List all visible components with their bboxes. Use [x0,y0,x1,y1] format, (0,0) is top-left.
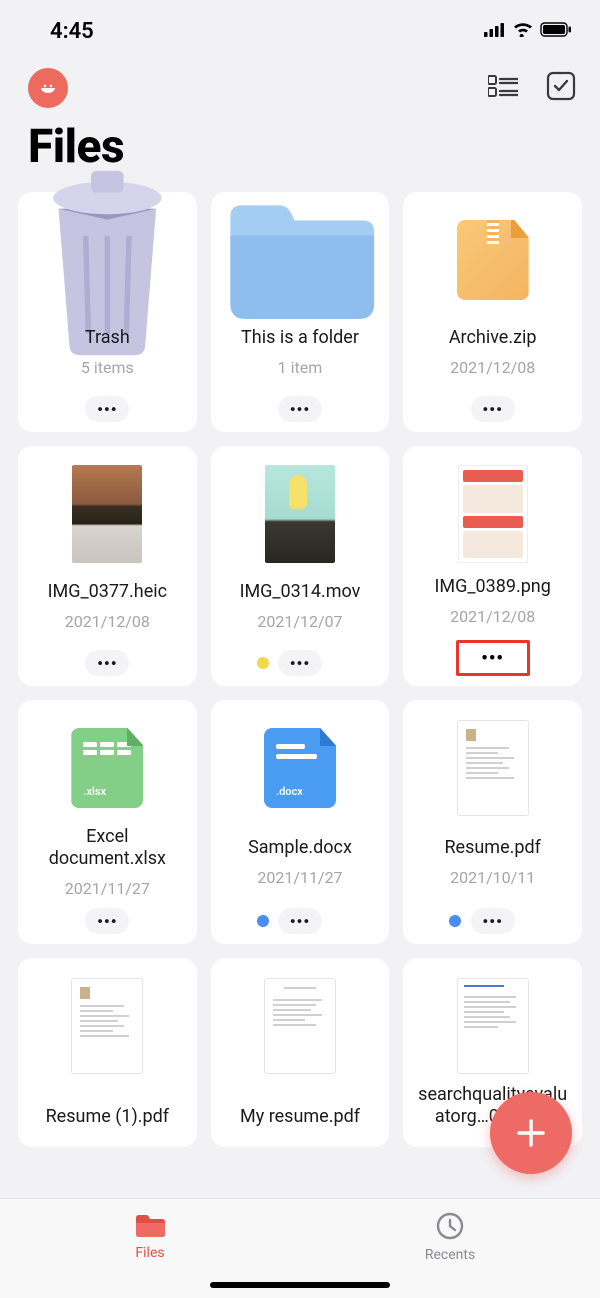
file-name: Resume.pdf [440,837,544,859]
tab-label: Recents [425,1247,475,1263]
file-name: Archive.zip [445,327,541,349]
status-indicators [484,21,572,41]
file-name: My resume.pdf [236,1106,364,1128]
file-name: This is a folder [237,327,363,349]
zip-icon [457,220,529,300]
file-meta: 2021/12/07 [236,612,365,631]
status-dot [257,915,269,927]
pdf-thumbnail [71,978,143,1074]
file-card[interactable]: Archive.zip 2021/12/08 ••• [403,192,582,432]
file-card[interactable]: This is a folder 1 item ••• [211,192,390,432]
more-button[interactable]: ••• [471,908,515,934]
file-card[interactable]: My resume.pdf [211,958,390,1147]
file-name: Sample.docx [244,837,356,859]
wifi-icon [512,21,534,41]
file-meta: 2021/12/08 [44,612,171,631]
cellular-icon [484,22,506,41]
file-meta: 2021/11/27 [26,879,189,898]
clock-icon [435,1211,465,1245]
file-card[interactable]: IMG_0314.mov 2021/12/07 ••• [211,446,390,686]
status-dot [257,657,269,669]
tab-bar: Files Recents [0,1198,600,1298]
home-indicator[interactable] [210,1282,390,1288]
add-button[interactable] [490,1092,572,1174]
more-button[interactable]: ••• [85,908,129,934]
file-grid: Trash 5 items ••• This is a folder 1 ite… [0,192,600,1147]
folder-icon [219,210,382,310]
file-meta: 2021/11/27 [244,868,356,887]
status-bar: 4:45 [0,0,600,56]
battery-icon [540,22,572,41]
file-name: Trash [81,327,134,349]
docx-icon: .docx [264,728,336,808]
video-thumbnail [265,465,335,563]
image-thumbnail [458,465,528,563]
file-card[interactable]: Trash 5 items ••• [18,192,197,432]
file-card[interactable]: Resume (1).pdf [18,958,197,1147]
status-dot [449,915,461,927]
status-time: 4:45 [50,19,94,44]
file-meta: 1 item [237,358,363,377]
file-name: IMG_0389.png [430,576,554,598]
more-button[interactable]: ••• [85,650,129,676]
more-button[interactable]: ••• [471,396,515,422]
file-card[interactable]: Resume.pdf 2021/10/11 ••• [403,700,582,944]
file-meta: 5 items [81,358,134,377]
pdf-thumbnail [457,978,529,1074]
file-meta: 2021/12/08 [445,358,541,377]
more-button-highlighted[interactable]: ••• [456,640,530,676]
image-thumbnail [72,465,142,563]
trash-icon [26,210,189,310]
list-view-icon[interactable] [488,74,518,102]
more-button[interactable]: ••• [278,650,322,676]
select-icon[interactable] [546,71,576,105]
file-meta: 2021/10/11 [440,868,544,887]
file-name: IMG_0377.heic [44,581,171,603]
more-button[interactable]: ••• [278,396,322,422]
pdf-thumbnail [457,720,529,816]
file-card[interactable]: IMG_0377.heic 2021/12/08 ••• [18,446,197,686]
file-card[interactable]: IMG_0389.png 2021/12/08 ••• [403,446,582,686]
app-logo[interactable] [28,68,68,108]
more-button[interactable]: ••• [85,396,129,422]
folder-icon [133,1211,167,1243]
file-card[interactable]: .xlsx Excel document.xlsx 2021/11/27 ••• [18,700,197,944]
tab-label: Files [135,1245,164,1261]
file-name: Excel document.xlsx [26,826,189,869]
pdf-thumbnail [264,978,336,1074]
file-card[interactable]: .docx Sample.docx 2021/11/27 ••• [211,700,390,944]
app-header [0,56,600,116]
file-name: Resume (1).pdf [42,1106,173,1128]
more-button[interactable]: ••• [278,908,322,934]
file-meta: 2021/12/08 [430,607,554,626]
excel-icon: .xlsx [71,728,143,808]
file-name: IMG_0314.mov [236,581,365,603]
